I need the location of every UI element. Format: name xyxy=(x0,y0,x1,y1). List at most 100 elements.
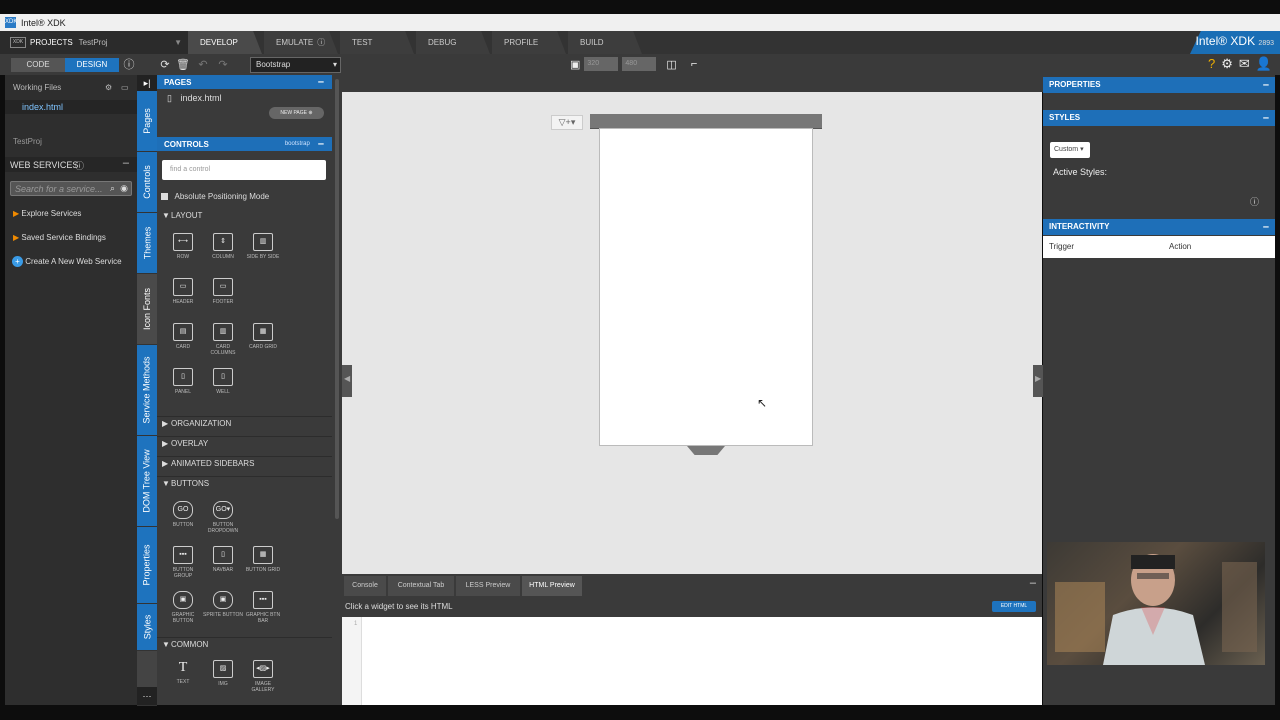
vtab-service-methods[interactable]: Service Methods xyxy=(137,345,157,436)
add-widget-button[interactable]: ▽+▾ xyxy=(551,115,583,130)
control-sprite-button[interactable]: ▣ SPRITE BUTTON xyxy=(203,591,243,618)
notifications-icon[interactable]: ✉ xyxy=(1239,56,1250,72)
search-icon[interactable]: ⌕ xyxy=(110,183,115,194)
control-card[interactable]: ▤ CARD xyxy=(163,323,203,350)
controls-scrollbar[interactable] xyxy=(332,75,342,705)
ruler-icon[interactable]: ⌐ xyxy=(691,58,697,70)
file-sidebar: Working Files ⚙ ▭ index.html TestProj WE… xyxy=(5,75,137,705)
undo-icon[interactable]: ↶ xyxy=(196,58,210,72)
control-side-by-side[interactable]: ▥ SIDE BY SIDE xyxy=(243,233,283,260)
html-code-view[interactable]: 1 xyxy=(342,617,1042,705)
minimize-icon[interactable]: – xyxy=(1030,577,1036,589)
section-layout[interactable]: ▼ LAYOUT xyxy=(157,209,332,223)
project-folder[interactable]: TestProj xyxy=(13,137,42,146)
vtab-styles[interactable]: Styles xyxy=(137,604,157,651)
interactivity-header[interactable]: INTERACTIVITY – xyxy=(1043,219,1275,235)
vtab-themes[interactable]: Themes xyxy=(137,213,157,274)
collapse-icon[interactable]: ▭ xyxy=(121,83,129,92)
tab-debug[interactable]: DEBUG xyxy=(416,31,490,54)
vtab-icon-fonts[interactable]: Icon Fonts xyxy=(137,274,157,345)
service-search-input[interactable]: Search for a service... ⌕ ◉ xyxy=(10,181,132,196)
info-icon[interactable]: ⓘ xyxy=(75,159,84,172)
control-well[interactable]: ▯ WELL xyxy=(203,368,243,395)
control-img[interactable]: ▨ IMG xyxy=(203,660,243,687)
control-graphic-button[interactable]: ▣ GRAPHIC BUTTON xyxy=(163,591,203,624)
controls-header[interactable]: CONTROLS bootstrap – xyxy=(157,137,332,151)
saved-bindings-link[interactable]: ▶ Saved Service Bindings xyxy=(13,233,106,242)
info-icon[interactable]: ⓘ xyxy=(1250,195,1259,208)
control-image-gallery[interactable]: ◂▨▸ IMAGE GALLERY xyxy=(243,660,283,693)
vtab-pages[interactable]: Pages xyxy=(137,91,157,152)
triangle-down-icon: ▼ xyxy=(162,211,170,220)
tab-contextual[interactable]: Contextual Tab xyxy=(388,576,454,596)
tab-less-preview[interactable]: LESS Preview xyxy=(456,576,520,596)
tab-html-preview[interactable]: HTML Preview xyxy=(522,576,582,596)
device-width-input[interactable]: 320 xyxy=(584,57,619,71)
minimize-icon[interactable]: – xyxy=(123,157,129,169)
tab-test[interactable]: TEST xyxy=(340,31,414,54)
interactivity-table-header: Trigger Action xyxy=(1043,236,1275,258)
control-button-grid[interactable]: ▦ BUTTON GRID xyxy=(243,546,283,573)
tab-profile[interactable]: PROFILE xyxy=(492,31,566,54)
section-overlay[interactable]: ▶ OVERLAY xyxy=(157,436,332,450)
collapse-right-handle[interactable]: ▶ xyxy=(1033,365,1043,397)
control-button-group[interactable]: ▪▪▪ BUTTON GROUP xyxy=(163,546,203,579)
help-icon[interactable]: ? xyxy=(1208,56,1215,72)
control-column[interactable]: ⇕ COLUMN xyxy=(203,233,243,260)
control-card-columns[interactable]: ▥ CARD COLUMNS xyxy=(203,323,243,356)
collapse-left-handle[interactable]: ◀ xyxy=(342,365,352,397)
refresh-icon[interactable]: ⟳ xyxy=(158,58,172,72)
section-animated-sidebars[interactable]: ▶ ANIMATED SIDEBARS xyxy=(157,456,332,470)
control-row[interactable]: ⟷ ROW xyxy=(163,233,203,260)
design-mode-button[interactable]: DESIGN xyxy=(65,57,119,72)
code-mode-button[interactable]: CODE xyxy=(11,57,65,72)
section-buttons[interactable]: ▼ BUTTONS xyxy=(157,476,332,490)
tab-console[interactable]: Console xyxy=(344,576,386,596)
projects-menu[interactable]: XDK PROJECTS TestProj ▼ xyxy=(0,31,188,54)
framework-select[interactable]: Bootstrap ▾ xyxy=(250,57,341,73)
pages-header[interactable]: PAGES – xyxy=(157,75,332,89)
device-portrait-icon[interactable]: ▣ xyxy=(570,58,580,71)
vtab-properties[interactable]: Properties xyxy=(137,527,157,604)
tab-build[interactable]: BUILD xyxy=(568,31,642,54)
find-control-input[interactable]: find a control xyxy=(162,160,326,180)
collapse-panel-icon[interactable]: ▸| xyxy=(137,75,157,92)
create-web-service-link[interactable]: + Create A New Web Service xyxy=(12,256,122,267)
info-icon[interactable]: ⓘ xyxy=(122,58,136,72)
section-common[interactable]: ▼ COMMON xyxy=(157,637,332,651)
more-icon[interactable]: ··· xyxy=(137,687,157,706)
control-button[interactable]: GO BUTTON xyxy=(163,501,203,528)
control-navbar[interactable]: ▯ NAVBAR xyxy=(203,546,243,573)
control-button-dropdown[interactable]: GO▾ BUTTON DROPDOWN xyxy=(203,501,243,534)
control-graphic-btn-bar[interactable]: ▪▪▪ GRAPHIC BTN BAR xyxy=(243,591,283,624)
control-card-grid[interactable]: ▦ CARD GRID xyxy=(243,323,283,350)
user-icon[interactable]: 👤 xyxy=(1256,56,1272,72)
tab-emulate[interactable]: EMULATE ⓘ xyxy=(264,31,338,54)
edit-html-button[interactable]: EDIT HTML xyxy=(992,601,1036,612)
gear-icon[interactable]: ⚙ xyxy=(105,83,112,92)
vtab-controls[interactable]: Controls xyxy=(137,152,157,213)
redo-icon[interactable]: ↷ xyxy=(216,58,230,72)
working-file-row[interactable]: index.html xyxy=(5,100,137,114)
trash-icon[interactable]: 🗑 xyxy=(176,58,190,72)
new-page-button[interactable]: NEW PAGE ⊕ xyxy=(269,107,324,119)
rotate-device-icon[interactable]: ◫ xyxy=(666,58,676,71)
section-organization[interactable]: ▶ ORGANIZATION xyxy=(157,416,332,430)
absolute-mode-checkbox[interactable]: Absolute Positioning Mode xyxy=(161,191,331,203)
device-screen[interactable] xyxy=(599,128,813,446)
eye-icon[interactable]: ◉ xyxy=(120,183,128,194)
gear-icon[interactable]: ⚙ xyxy=(1221,56,1233,72)
page-file-item[interactable]: ▯ index.html xyxy=(167,93,297,105)
properties-header[interactable]: PROPERTIES – xyxy=(1043,77,1275,93)
control-header[interactable]: ▭ HEADER xyxy=(163,278,203,305)
vtab-dom-tree[interactable]: DOM Tree View xyxy=(137,436,157,527)
control-footer[interactable]: ▭ FOOTER xyxy=(203,278,243,305)
explore-services-link[interactable]: ▶ Explore Services xyxy=(13,209,81,218)
control-panel[interactable]: ▯ PANEL xyxy=(163,368,203,395)
tab-develop[interactable]: DEVELOP xyxy=(188,31,262,54)
control-text[interactable]: T TEXT xyxy=(163,660,203,685)
device-height-input[interactable]: 480 xyxy=(622,57,657,71)
style-select[interactable]: Custom ▾ xyxy=(1050,142,1090,158)
styles-header[interactable]: STYLES – xyxy=(1043,110,1275,126)
html-hint: Click a widget to see its HTML xyxy=(345,602,453,611)
